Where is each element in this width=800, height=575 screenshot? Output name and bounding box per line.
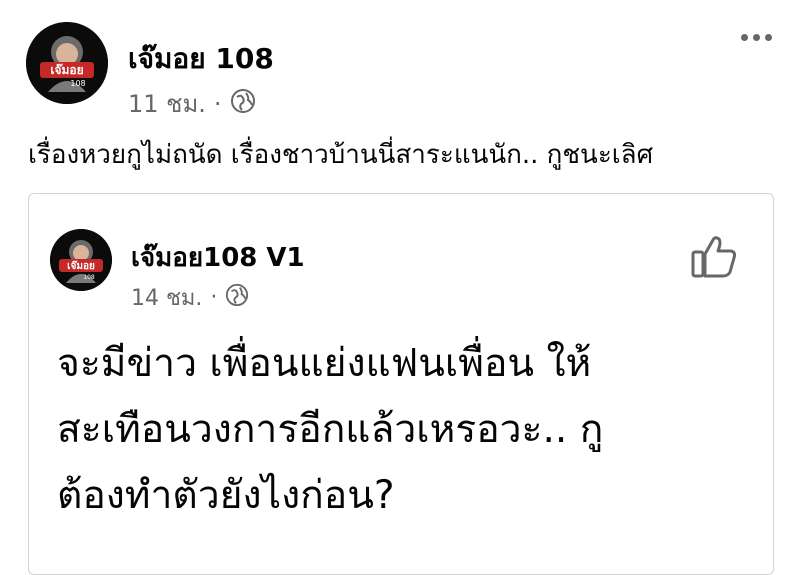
shared-author-name[interactable]: เจ๊มอย108 V1 <box>131 237 305 278</box>
globe-icon <box>225 283 249 313</box>
more-dot <box>741 34 748 41</box>
post-text: เรื่องหวยกูไม่ถนัด เรื่องชาวบ้านนี่สาระแ… <box>28 140 654 170</box>
more-icon[interactable] <box>741 34 772 41</box>
shared-text-line: สะเทือนวงการอีกแล้วเหรอวะ.. กู <box>57 407 604 452</box>
more-dot <box>765 34 772 41</box>
shared-text-line: จะมีข่าว เพื่อนแย่งแฟนเพื่อน ให้ <box>57 341 592 386</box>
shared-avatar-badge-number: 108 <box>83 274 95 281</box>
shared-text-line: ต้องทำตัวยังไงก่อน? <box>57 473 395 518</box>
avatar-badge-text: เจ๊มอย <box>50 63 83 77</box>
shared-author-avatar[interactable]: เจ๊มอย 108 <box>50 229 112 291</box>
shared-post-meta: 14 ชม. · <box>131 280 249 315</box>
shared-post-card[interactable]: เจ๊มอย 108 เจ๊มอย108 V1 14 ชม. · จะมีข่า… <box>28 193 774 575</box>
meta-separator: · <box>213 89 222 118</box>
post-meta: 11 ชม. · <box>128 84 256 123</box>
post-time[interactable]: 11 ชม. <box>128 84 206 123</box>
shared-post-time[interactable]: 14 ชม. <box>131 280 202 315</box>
shared-post-text: จะมีข่าว เพื่อนแย่งแฟนเพื่อน ให้ สะเทือน… <box>57 331 603 529</box>
author-name[interactable]: เจ๊มอย 108 <box>128 37 274 81</box>
more-dot <box>753 34 760 41</box>
author-avatar[interactable]: เจ๊มอย 108 <box>26 22 108 104</box>
globe-icon <box>230 88 256 120</box>
shared-avatar-badge-text: เจ๊มอย <box>67 260 95 272</box>
like-icon[interactable] <box>691 234 737 282</box>
meta-separator: · <box>210 285 218 310</box>
avatar-badge-number: 108 <box>70 79 85 88</box>
